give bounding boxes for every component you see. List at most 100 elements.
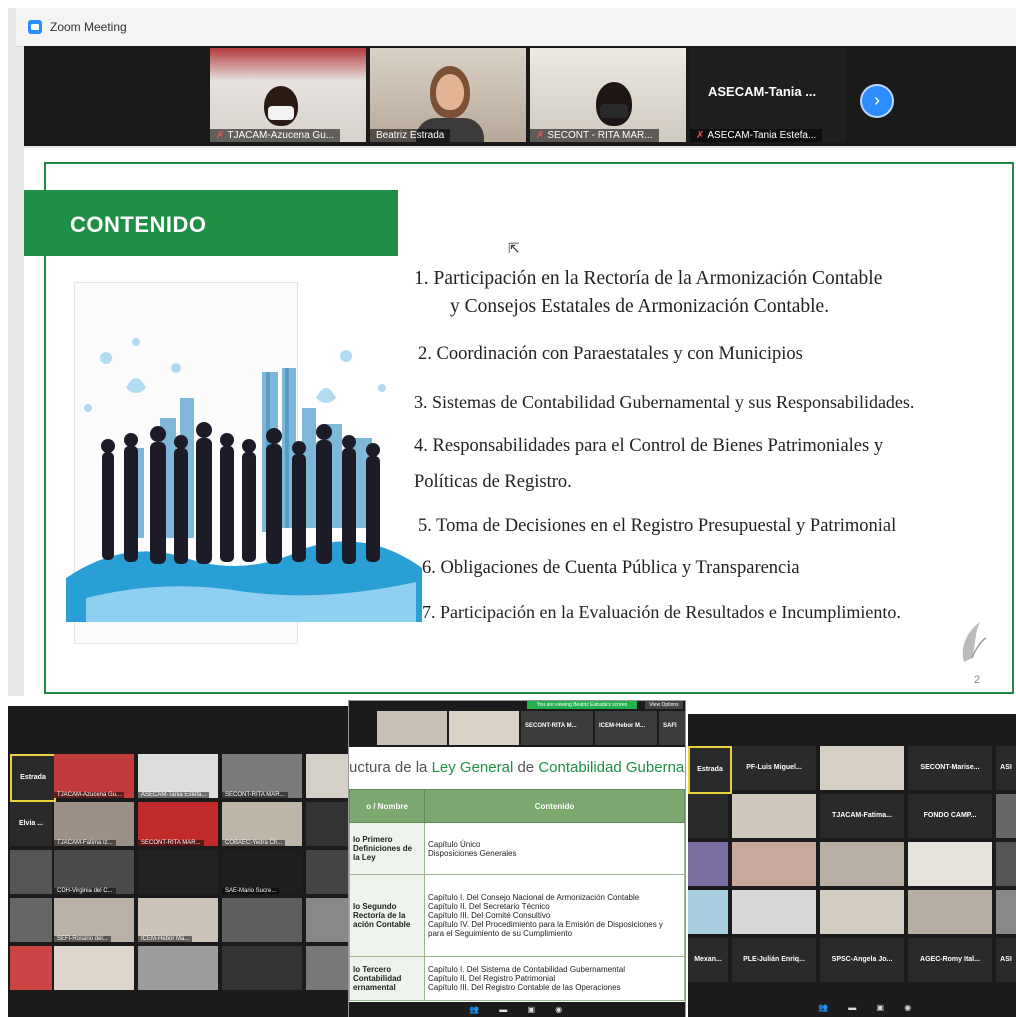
city-people-illustration bbox=[66, 338, 422, 622]
gallery-tile[interactable]: TJACAM-Fatima Iz... bbox=[54, 802, 134, 846]
gallery-tile[interactable] bbox=[54, 946, 134, 990]
table-cell: lo Tercero Contabilidad ernamental bbox=[349, 956, 425, 1001]
shared-slide: CONTENIDO ⇱ 1. Participación en la Recto… bbox=[24, 148, 1016, 696]
chat-icon[interactable]: ▬ bbox=[848, 999, 856, 1017]
gallery-tile[interactable] bbox=[222, 946, 302, 990]
gallery-tile-active[interactable]: Estrada bbox=[10, 754, 56, 802]
gallery-tile[interactable]: SAE-Mario Sucre... bbox=[222, 850, 302, 894]
left-gallery-view: Estrada TJACAM-Azucena Gu... ASECAM-Tani… bbox=[8, 706, 348, 1017]
gallery-tile[interactable]: SEFI-Rosario del... bbox=[54, 898, 134, 942]
gallery-tile[interactable] bbox=[688, 890, 728, 934]
gallery-tile[interactable] bbox=[306, 946, 348, 990]
gallery-tile[interactable] bbox=[996, 842, 1016, 886]
gallery-tile[interactable]: Mexan... bbox=[688, 938, 728, 982]
gallery-tile[interactable] bbox=[996, 794, 1016, 838]
gallery-tile[interactable] bbox=[138, 850, 218, 894]
participant-tile-active[interactable]: Beatriz Estrada bbox=[370, 48, 526, 142]
gallery-tile[interactable] bbox=[306, 898, 348, 942]
gallery-tile[interactable] bbox=[306, 802, 348, 846]
gallery-tile[interactable] bbox=[820, 746, 904, 790]
screenshots-row: Estrada TJACAM-Azucena Gu... ASECAM-Tani… bbox=[8, 696, 1016, 1017]
agenda-item: y Consejos Estatales de Armonización Con… bbox=[450, 296, 830, 317]
shared-document-view: You are viewing Beatriz Estrada's screen… bbox=[348, 700, 686, 1017]
gallery-tile[interactable]: TJACAM-Fatima... bbox=[820, 794, 904, 838]
gallery-tile[interactable]: AGEC-Romy Ital... bbox=[908, 938, 992, 982]
participant-tile[interactable]: ✗ SECONT - RITA MAR... bbox=[530, 48, 686, 142]
agenda-item: 1. Participación en la Rectoría de la Ar… bbox=[414, 268, 883, 289]
decorative-leaf-icon bbox=[962, 622, 987, 662]
doc-strip-tile[interactable]: SAFI bbox=[659, 711, 685, 745]
agenda-item: Políticas de Registro. bbox=[414, 472, 572, 492]
table-header: o / Nombre bbox=[349, 789, 425, 823]
document-title: uctura de la Ley General de Contabilidad… bbox=[349, 759, 685, 776]
gallery-tile[interactable]: PF-Luis Miguel... bbox=[732, 746, 816, 790]
gallery-tile[interactable] bbox=[820, 842, 904, 886]
settings-icon[interactable]: ◉ bbox=[555, 1002, 562, 1017]
mic-muted-icon: ✗ bbox=[536, 130, 545, 141]
mic-muted-icon: ✗ bbox=[216, 130, 225, 141]
gallery-tile[interactable] bbox=[688, 842, 728, 886]
gallery-tile[interactable]: PLE-Julián Enriq... bbox=[732, 938, 816, 982]
table-cell: Capítulo I. Del Sistema de Contabilidad … bbox=[424, 956, 685, 1001]
chat-icon[interactable]: ▬ bbox=[499, 1002, 507, 1017]
zoom-logo-icon bbox=[28, 20, 42, 34]
window-title: Zoom Meeting bbox=[50, 20, 127, 34]
gallery-tile[interactable]: SPSC-Angela Jo... bbox=[820, 938, 904, 982]
table-cell: lo Primero Definiciones de la Ley bbox=[349, 822, 425, 875]
doc-strip-tile[interactable]: SECONT-RITA M... bbox=[521, 711, 593, 745]
gallery-tile[interactable]: SECONT-RITA MAR... bbox=[222, 754, 302, 798]
gallery-tile[interactable]: FONDO CAMP... bbox=[908, 794, 992, 838]
gallery-tile[interactable]: Elvia ... bbox=[10, 802, 52, 846]
slide-heading: CONTENIDO bbox=[70, 212, 207, 237]
slide-page-number: 2 bbox=[974, 674, 981, 686]
gallery-tile[interactable] bbox=[732, 890, 816, 934]
gallery-tile[interactable]: ASECAM-Tania Estefa... bbox=[138, 754, 218, 798]
doc-strip-tile[interactable] bbox=[449, 711, 519, 745]
gallery-tile[interactable]: SECONT-Marise... bbox=[908, 746, 992, 790]
doc-strip-tile[interactable]: ICEM-Hebor M... bbox=[595, 711, 657, 745]
gallery-tile[interactable] bbox=[222, 898, 302, 942]
gallery-tile[interactable]: TJACAM-Azucena Gu... bbox=[54, 754, 134, 798]
mouse-cursor-icon: ⇱ bbox=[508, 240, 520, 256]
gallery-tile[interactable]: ICEM-Hebor Ma... bbox=[138, 898, 218, 942]
zoom-window: Zoom Meeting ✗ TJACAM-Azucena Gu... Beatr… bbox=[8, 8, 1016, 1017]
participants-strip: ✗ TJACAM-Azucena Gu... Beatriz Estrada ✗ S… bbox=[24, 46, 1016, 146]
settings-icon[interactable]: ◉ bbox=[904, 999, 911, 1017]
participant-tile[interactable]: ✗ TJACAM-Azucena Gu... bbox=[210, 48, 366, 142]
right-gallery-view: Estrada PF-Luis Miguel... SECONT-Marise.… bbox=[688, 714, 1016, 1017]
participant-tile[interactable]: ASECAM-Tania ... ✗ ASECAM-Tania Estefa... bbox=[690, 48, 846, 142]
share-screen-icon[interactable]: ▣ bbox=[876, 999, 884, 1017]
gallery-tile[interactable]: ASI bbox=[996, 938, 1016, 982]
participant-big-name: ASECAM-Tania ... bbox=[708, 84, 817, 99]
gallery-tile[interactable] bbox=[820, 890, 904, 934]
gallery-tile[interactable] bbox=[138, 946, 218, 990]
agenda-item: 2. Coordinación con Paraestatales y con … bbox=[418, 344, 803, 364]
gallery-tile[interactable] bbox=[10, 946, 52, 990]
agenda-item: 5. Toma de Decisiones en el Registro Pre… bbox=[418, 516, 897, 536]
gallery-tile[interactable] bbox=[306, 754, 348, 798]
share-screen-icon[interactable]: ▣ bbox=[527, 1002, 535, 1017]
gallery-tile[interactable] bbox=[688, 794, 728, 838]
gallery-tile[interactable]: ASI bbox=[996, 746, 1016, 790]
view-options-button[interactable]: View Options bbox=[645, 701, 683, 709]
agenda-item: 7. Participación en la Evaluación de Res… bbox=[422, 602, 901, 622]
gallery-tile[interactable] bbox=[732, 794, 816, 838]
gallery-tile[interactable] bbox=[10, 850, 52, 894]
title-bar: Zoom Meeting bbox=[16, 8, 1016, 47]
gallery-tile[interactable] bbox=[908, 842, 992, 886]
gallery-tile[interactable] bbox=[732, 842, 816, 886]
right-gallery-toolbar: 👥 ▬ ▣ ◉ bbox=[688, 999, 1016, 1017]
gallery-tile[interactable]: COBAEC-Yedra Ch... bbox=[222, 802, 302, 846]
next-page-icon[interactable]: › bbox=[860, 84, 894, 118]
participants-icon[interactable]: 👥 bbox=[469, 1002, 479, 1017]
gallery-tile[interactable] bbox=[10, 898, 52, 942]
gallery-tile[interactable] bbox=[996, 890, 1016, 934]
participants-icon[interactable]: 👥 bbox=[818, 999, 828, 1017]
table-cell: Capítulo Único Disposiciones Generales bbox=[424, 822, 685, 875]
gallery-tile-active[interactable]: Estrada bbox=[688, 746, 732, 794]
gallery-tile[interactable]: CDH-Virginia del C... bbox=[54, 850, 134, 894]
gallery-tile[interactable]: SECONT-RITA MAR... bbox=[138, 802, 218, 846]
gallery-tile[interactable] bbox=[306, 850, 348, 894]
doc-strip-tile[interactable] bbox=[377, 711, 447, 745]
gallery-tile[interactable] bbox=[908, 890, 992, 934]
